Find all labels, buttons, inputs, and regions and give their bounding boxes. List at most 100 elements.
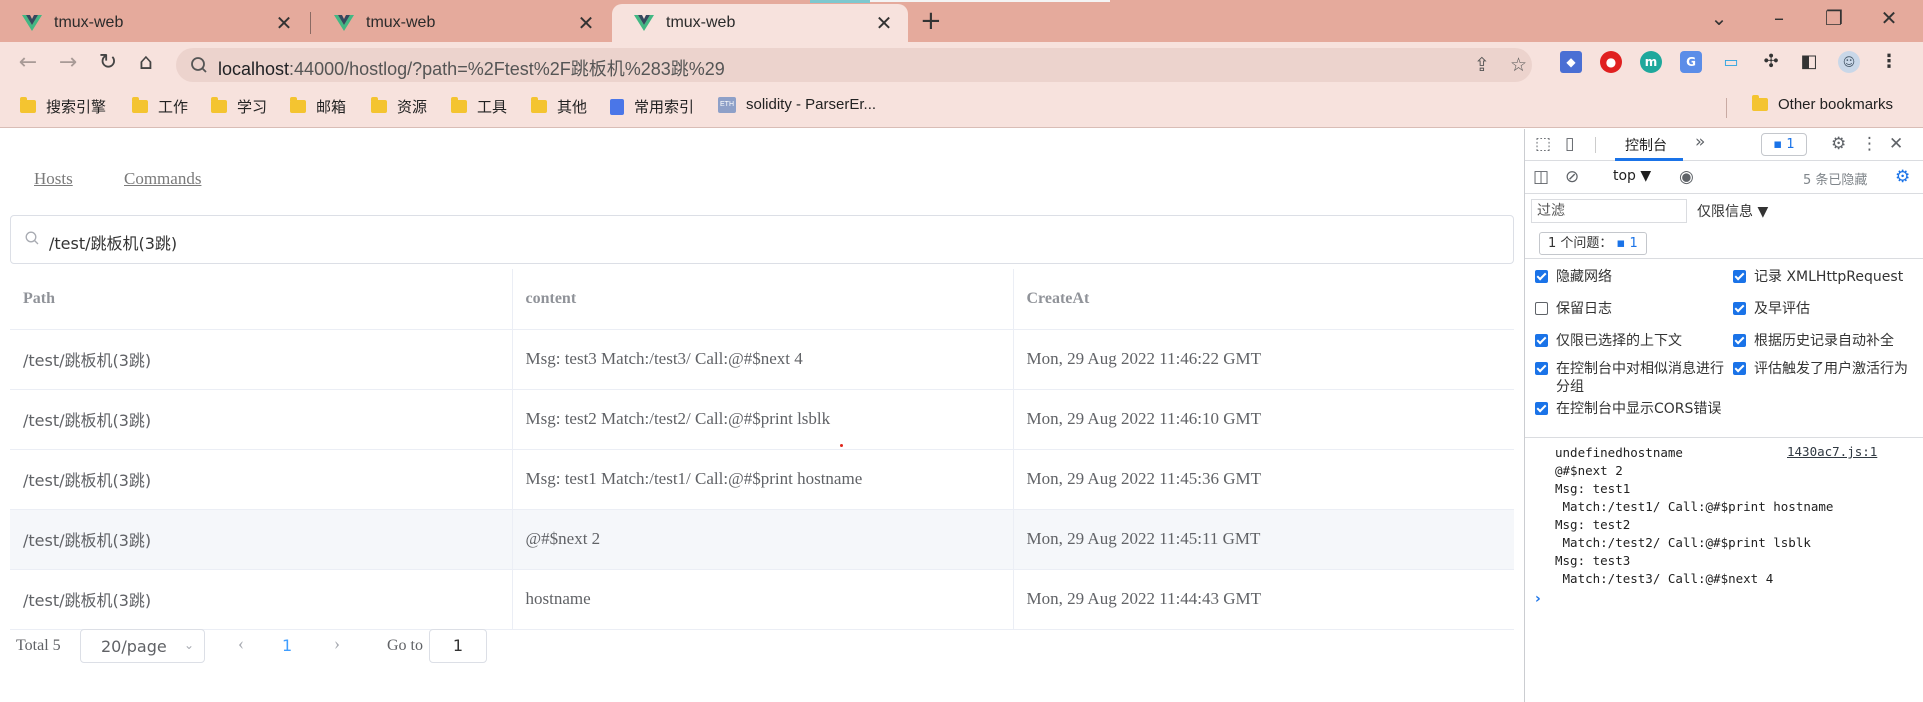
new-tab-button[interactable]: + (920, 6, 942, 36)
bookmark-link[interactable]: 常用索引 (610, 96, 694, 117)
context-selector[interactable]: top ▼ (1613, 168, 1651, 184)
path-search-input[interactable]: /test/跳板机(3跳) (10, 215, 1514, 264)
checkbox[interactable] (1733, 270, 1746, 283)
folder-icon (211, 97, 227, 113)
next-page-button[interactable]: › (334, 633, 340, 654)
forward-button[interactable]: → (54, 50, 82, 75)
setting-user-activation[interactable]: 评估触发了用户激活行为 (1733, 360, 1923, 378)
browser-tab-2[interactable]: tmux-web ✕ (312, 4, 610, 42)
console-source-link[interactable]: 1430ac7.js:1 (1787, 444, 1877, 459)
checkbox[interactable] (1535, 302, 1548, 315)
column-header-content[interactable]: content (512, 269, 1014, 330)
clear-console-icon[interactable]: ⊘ (1565, 167, 1579, 187)
inspect-element-icon[interactable]: ⬚ (1535, 134, 1551, 154)
checkbox[interactable] (1733, 302, 1746, 315)
puzzle-icon[interactable]: ✣ (1760, 51, 1782, 73)
table-row[interactable]: /test/跳板机(3跳) hostname Mon, 29 Aug 2022 … (10, 569, 1514, 630)
tab-console[interactable]: 控制台 (1625, 135, 1667, 155)
page-number-current[interactable]: 1 (282, 636, 292, 655)
bookmark-divider (1726, 98, 1727, 118)
close-tab-icon[interactable]: ✕ (576, 11, 596, 36)
sidebar-toggle-icon[interactable]: ◫ (1533, 167, 1549, 187)
console-settings-icon[interactable]: ⚙ (1895, 167, 1910, 187)
table-row[interactable]: /test/跳板机(3跳) Msg: test3 Match:/test3/ C… (10, 329, 1514, 390)
column-header-path[interactable]: Path (10, 269, 513, 330)
browser-tab-3[interactable]: tmux-web ✕ (612, 4, 908, 42)
checkbox[interactable] (1535, 362, 1548, 375)
log-levels-dropdown[interactable]: 仅限信息 ▼ (1697, 201, 1768, 221)
folder-icon (20, 97, 36, 113)
kebab-menu-icon[interactable]: ⋮ (1861, 134, 1878, 154)
browser-tab-1[interactable]: tmux-web ✕ (0, 4, 308, 42)
checkbox[interactable] (1733, 334, 1746, 347)
bookmark-folder[interactable]: 学习 (211, 96, 267, 117)
filter-input[interactable]: 过滤 (1531, 199, 1687, 223)
extension-blue-icon[interactable]: ◆ (1560, 51, 1582, 73)
extension-m-icon[interactable]: m (1640, 51, 1662, 73)
avatar-icon[interactable]: ☺ (1838, 51, 1860, 73)
setting-cors-errors[interactable]: 在控制台中显示CORS错误 (1535, 400, 1735, 418)
back-button[interactable]: ← (14, 50, 42, 75)
tab-search-icon[interactable]: ⌄ (1704, 6, 1734, 30)
table-row[interactable]: /test/跳板机(3跳) @#$next 2 Mon, 29 Aug 2022… (10, 509, 1514, 570)
checkbox[interactable] (1733, 362, 1746, 375)
restore-button[interactable]: ❐ (1819, 6, 1849, 30)
checkbox[interactable] (1535, 334, 1548, 347)
eye-icon[interactable]: ◉ (1679, 167, 1694, 187)
setting-preserve-log[interactable]: 保留日志 (1535, 300, 1725, 318)
extension-red-icon[interactable]: ● (1600, 51, 1622, 73)
devtools-panel: ⬚ ▯ 控制台 » ▪ 1 ⚙ ⋮ ✕ ◫ ⊘ top ▼ ◉ 5 条已隐藏 ⚙… (1524, 129, 1923, 702)
setting-log-xhr[interactable]: 记录 XMLHttpRequest (1733, 268, 1923, 286)
checkbox[interactable] (1535, 270, 1548, 283)
kebab-menu-icon[interactable]: ⋮ (1878, 51, 1900, 73)
star-icon[interactable]: ☆ (1510, 54, 1527, 76)
column-header-createat[interactable]: CreateAt (1013, 269, 1514, 330)
setting-eager-eval[interactable]: 及早评估 (1733, 300, 1923, 318)
close-tab-icon[interactable]: ✕ (874, 11, 894, 36)
bookmark-link[interactable]: ETH solidity - ParserEr... (718, 96, 876, 113)
address-bar[interactable]: localhost:44000/hostlog/?path=%2Ftest%2F… (176, 48, 1532, 82)
side-panel-icon[interactable]: ◧ (1798, 51, 1820, 73)
device-toolbar-icon[interactable]: ▯ (1565, 134, 1574, 154)
bookmark-folder[interactable]: 资源 (371, 96, 427, 117)
close-icon[interactable]: ✕ (1889, 134, 1903, 154)
other-bookmarks[interactable]: Other bookmarks (1752, 95, 1893, 113)
console-prompt-icon[interactable]: › (1535, 591, 1541, 607)
home-button[interactable]: ⌂ (132, 50, 160, 75)
setting-selected-context[interactable]: 仅限已选择的上下文 (1535, 332, 1725, 350)
table-row[interactable]: /test/跳板机(3跳) Msg: test1 Match:/test1/ C… (10, 449, 1514, 510)
nav-link-commands[interactable]: Commands (124, 169, 201, 189)
more-tabs-icon[interactable]: » (1695, 132, 1705, 152)
bookmark-folder[interactable]: 工具 (451, 96, 507, 117)
setting-group-similar[interactable]: 在控制台中对相似消息进行分组 (1535, 360, 1725, 396)
setting-hide-network[interactable]: 隐藏网络 (1535, 268, 1725, 286)
close-window-button[interactable]: ✕ (1874, 6, 1904, 30)
issues-row: 1 个问题： ▪ 1 (1525, 229, 1923, 259)
site-info-icon[interactable] (190, 56, 208, 74)
setting-autocomplete[interactable]: 根据历史记录自动补全 (1733, 332, 1923, 350)
cell-path: /test/跳板机(3跳) (10, 509, 513, 570)
goto-page-input[interactable]: 1 (429, 629, 487, 663)
table-row[interactable]: /test/跳板机(3跳) Msg: test2 Match:/test2/ C… (10, 389, 1514, 450)
issues-badge[interactable]: ▪ 1 (1761, 133, 1807, 156)
issues-count: ▪ 1 (1612, 236, 1638, 251)
reload-button[interactable]: ↻ (94, 50, 122, 75)
bookmark-folder[interactable]: 搜索引擎 (20, 96, 106, 117)
url-text[interactable]: localhost:44000/hostlog/?path=%2Ftest%2F… (218, 55, 725, 81)
bookmark-folder[interactable]: 其他 (531, 96, 587, 117)
tab-strip-accent (810, 0, 870, 3)
checkbox[interactable] (1535, 402, 1548, 415)
extension-video-icon[interactable]: ▭ (1720, 51, 1742, 73)
bookmark-folder[interactable]: 邮箱 (290, 96, 346, 117)
page-size-select[interactable]: 20/page ⌄ (80, 629, 205, 663)
search-value[interactable]: /test/跳板机(3跳) (49, 230, 177, 254)
bookmark-folder[interactable]: 工作 (132, 96, 188, 117)
issues-button[interactable]: 1 个问题： ▪ 1 (1539, 232, 1647, 255)
prev-page-button[interactable]: ‹ (238, 633, 244, 654)
nav-link-hosts[interactable]: Hosts (34, 169, 73, 189)
share-icon[interactable]: ⇪ (1474, 54, 1490, 76)
minimize-button[interactable]: – (1764, 6, 1794, 30)
extension-translate-icon[interactable]: G (1680, 51, 1702, 73)
close-tab-icon[interactable]: ✕ (274, 11, 294, 36)
gear-icon[interactable]: ⚙ (1831, 134, 1846, 154)
